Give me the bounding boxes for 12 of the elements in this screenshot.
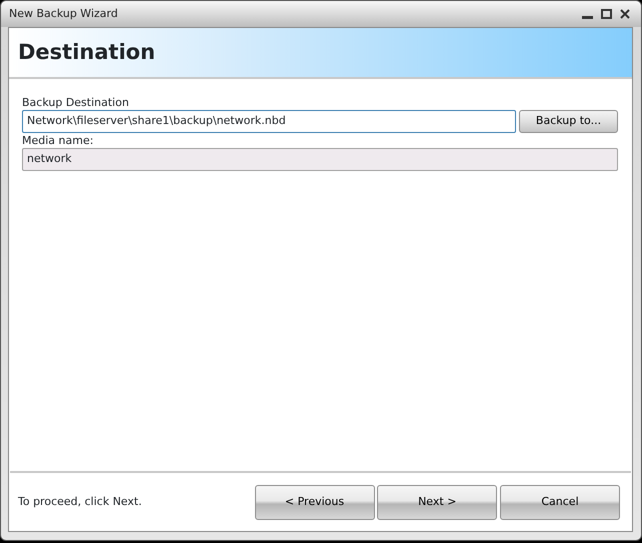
field-label: Backup Destination (22, 95, 130, 110)
text-field[interactable]: Network\fileserver\share1\backup\network.nbd (22, 110, 516, 133)
next-button[interactable]: Next > (377, 484, 498, 520)
field-label: Media name: (22, 133, 94, 148)
text-field[interactable]: network (22, 148, 618, 171)
maximize-icon[interactable] (598, 7, 614, 21)
hint-text: To proceed, click Next. (18, 494, 142, 510)
previous-button[interactable]: < Previous (254, 484, 374, 520)
page-title: Destination (18, 40, 156, 66)
window-title: New Backup Wizard (9, 6, 118, 22)
browse-button[interactable]: Backup to... (519, 110, 618, 133)
cancel-button[interactable]: Cancel (500, 484, 620, 520)
